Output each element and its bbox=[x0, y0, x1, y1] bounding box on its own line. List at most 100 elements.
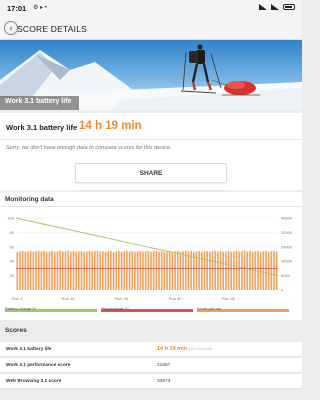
score-bar bbox=[249, 251, 251, 290]
score-bar bbox=[211, 251, 214, 290]
score-bar bbox=[80, 250, 83, 290]
score-bar bbox=[51, 250, 53, 290]
score-bar bbox=[75, 251, 77, 290]
score-bar bbox=[70, 251, 72, 290]
y-right-tick: 32000 bbox=[281, 230, 293, 235]
score-bar bbox=[267, 251, 270, 290]
score-bar bbox=[166, 251, 168, 290]
monitoring-chart: 100 80 60 40 20 40000 32000 24000 16000 8000 0 Run … bbox=[5, 216, 293, 312]
score-bar bbox=[171, 251, 174, 290]
y-right-tick: 0 bbox=[281, 288, 284, 293]
score-bar bbox=[265, 250, 267, 290]
score-bar bbox=[118, 250, 120, 290]
score-bar bbox=[24, 251, 27, 290]
legend-battery: Battery charge % bbox=[5, 306, 36, 311]
score-bar bbox=[257, 250, 259, 290]
score-bar bbox=[259, 251, 262, 290]
score-bar bbox=[21, 250, 24, 290]
x-tick: Run 20 bbox=[62, 296, 76, 301]
score-bar bbox=[158, 251, 160, 290]
score-bar bbox=[128, 251, 131, 290]
score-bar bbox=[174, 251, 176, 290]
score-bar bbox=[136, 251, 139, 290]
legend-temperature: Temperature °C bbox=[101, 306, 130, 311]
score-bar bbox=[219, 251, 222, 290]
score-bar bbox=[56, 251, 59, 290]
score-bar bbox=[144, 251, 147, 290]
score-bar bbox=[35, 251, 37, 290]
score-bar bbox=[19, 251, 21, 290]
y-left-tick: 40 bbox=[10, 259, 15, 264]
score-bar bbox=[29, 250, 32, 290]
score-value: 33973 bbox=[157, 379, 171, 384]
y-left-tick: 100 bbox=[7, 216, 14, 221]
score-name: Work 3.1 performance score bbox=[6, 363, 71, 368]
score-bar bbox=[187, 251, 190, 290]
score-bar bbox=[160, 251, 163, 290]
score-bar bbox=[67, 250, 69, 290]
score-bar bbox=[246, 251, 249, 290]
score-bar bbox=[83, 251, 85, 290]
score-value-main: 14 h 19 min bbox=[157, 346, 187, 352]
score-bar bbox=[155, 250, 158, 290]
score-bar bbox=[275, 251, 278, 290]
x-tick: Run 60 bbox=[169, 296, 183, 301]
score-bar bbox=[230, 251, 233, 290]
score-bar bbox=[45, 251, 48, 290]
score-name: Work 3.1 battery life bbox=[6, 347, 52, 352]
score-bar bbox=[241, 251, 243, 290]
score-bar bbox=[222, 251, 224, 290]
score-bar bbox=[147, 250, 150, 290]
y-left-tick: 20 bbox=[10, 273, 15, 278]
score-bar bbox=[126, 250, 128, 290]
score-bar bbox=[86, 251, 88, 290]
score-bar bbox=[48, 251, 51, 290]
score-bar bbox=[152, 251, 155, 290]
score-bar bbox=[99, 251, 102, 290]
x-tick: Run 1 bbox=[12, 296, 23, 301]
score-bar bbox=[53, 251, 56, 290]
score-bar bbox=[235, 250, 238, 290]
score-bar bbox=[270, 251, 273, 290]
score-bar bbox=[142, 251, 144, 290]
score-bar bbox=[112, 251, 115, 290]
score-bar bbox=[168, 250, 171, 290]
score-name: Web Browsing 3.1 score bbox=[6, 379, 62, 384]
score-bar bbox=[32, 251, 35, 290]
x-tick: Run 80 bbox=[222, 296, 236, 301]
score-bar bbox=[176, 250, 179, 290]
score-bar bbox=[139, 250, 142, 290]
score-bar bbox=[61, 251, 64, 290]
score-bar bbox=[198, 250, 200, 290]
score-bar bbox=[201, 251, 203, 290]
score-row: Web Browsing 3.1 score 33973 bbox=[0, 374, 302, 389]
x-tick: Run 40 bbox=[115, 296, 129, 301]
y-right-tick: 24000 bbox=[281, 244, 293, 249]
score-bar bbox=[262, 251, 265, 290]
y-left-tick: 60 bbox=[10, 244, 15, 249]
scores-title: Scores bbox=[5, 327, 27, 334]
score-bar bbox=[43, 251, 45, 290]
score-bar bbox=[102, 251, 104, 290]
score-bar bbox=[96, 250, 99, 290]
score-bar bbox=[40, 251, 43, 290]
score-bar bbox=[27, 251, 29, 290]
score-bar bbox=[78, 251, 80, 290]
score-bar bbox=[123, 251, 126, 290]
score-bar bbox=[227, 250, 230, 290]
score-bar bbox=[203, 251, 206, 290]
score-bar bbox=[59, 250, 61, 290]
score-bar bbox=[91, 251, 93, 290]
score-row: Work 3.1 battery life 14 h 19 min (14 h … bbox=[0, 342, 302, 357]
y-right-tick: 16000 bbox=[281, 259, 293, 264]
score-bar bbox=[233, 251, 235, 290]
score-bar bbox=[238, 251, 241, 290]
score-bar bbox=[110, 250, 112, 290]
score-bar bbox=[217, 251, 219, 290]
score-bar bbox=[182, 251, 184, 290]
score-value: 14 h 19 min (14 h 19 min) bbox=[157, 346, 212, 352]
score-bar bbox=[104, 251, 107, 290]
score-bar bbox=[251, 251, 254, 290]
score-bar bbox=[273, 250, 275, 290]
score-bar bbox=[134, 251, 136, 290]
